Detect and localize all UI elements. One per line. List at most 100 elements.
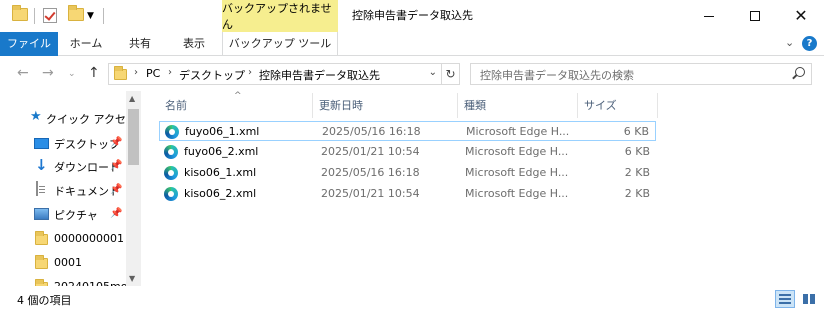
minimize-button[interactable] <box>686 0 732 32</box>
search-placeholder: 控除申告書データ取込先の検索 <box>480 69 634 82</box>
sidebar-item-label: 0001 <box>54 256 82 269</box>
file-name: kiso06_2.xml <box>184 187 257 200</box>
sidebar-item-pictures[interactable]: ピクチャ 📌 <box>0 203 126 225</box>
large-icons-view-button[interactable] <box>799 290 819 308</box>
breadcrumb-pc[interactable]: PC <box>146 67 160 80</box>
pin-icon[interactable]: 📌 <box>110 208 122 219</box>
table-row[interactable]: kiso06_1.xml 2025/05/16 16:18 Microsoft … <box>159 163 656 183</box>
file-modified: 2025/01/21 10:54 <box>321 145 420 158</box>
file-modified: 2025/05/16 16:18 <box>322 125 421 138</box>
back-arrow-icon[interactable]: ← <box>17 65 29 81</box>
file-list: ^ 名前 更新日時 種類 サイズ fuyo06_1.xml 2025/05/16… <box>141 91 824 286</box>
file-name: fuyo06_2.xml <box>184 145 259 158</box>
item-count: 4 個の項目 <box>17 294 72 307</box>
large-icons-view-icon <box>803 294 815 304</box>
scroll-down-icon[interactable]: ▼ <box>129 274 135 283</box>
recent-locations-icon[interactable]: ⌄ <box>68 69 76 79</box>
sidebar-scrollbar[interactable]: ▲ ▼ <box>126 91 141 286</box>
folder-icon <box>114 66 127 80</box>
ribbon-tabs: ファイル ホーム 共有 表示 バックアップ ツール ⌄ ? <box>0 32 824 56</box>
sidebar-item-label: クイック アクセス <box>46 113 137 126</box>
chevron-right-icon[interactable]: › <box>168 67 172 78</box>
sidebar-item-desktop[interactable]: デスクトップ 📌 <box>0 132 126 154</box>
sidebar-item-quick-access[interactable]: ★ クイック アクセス <box>0 107 137 129</box>
pictures-icon <box>34 208 49 220</box>
scrollbar-thumb[interactable] <box>128 109 139 165</box>
file-size: 6 KB <box>623 125 649 138</box>
breadcrumb-desktop[interactable]: デスクトップ <box>179 67 245 83</box>
document-icon <box>36 181 38 196</box>
breadcrumb-current-folder[interactable]: 控除申告書データ取込先 <box>259 67 380 83</box>
sidebar-item-documents[interactable]: ドキュメント 📌 <box>0 179 126 201</box>
address-bar[interactable]: › PC › デスクトップ › 控除申告書データ取込先 ⌄ <box>108 63 442 85</box>
file-type: Microsoft Edge H... <box>466 125 570 138</box>
tab-backup-tools[interactable]: バックアップ ツール <box>222 32 338 56</box>
refresh-button[interactable]: ↻ <box>442 63 460 85</box>
desktop-icon <box>34 138 49 149</box>
file-name: fuyo06_1.xml <box>185 125 260 138</box>
tab-file[interactable]: ファイル <box>0 32 58 56</box>
window-title: 控除申告書データ取込先 <box>352 9 473 22</box>
tab-home[interactable]: ホーム <box>58 32 114 56</box>
edge-file-icon <box>164 166 178 180</box>
expand-ribbon-icon[interactable]: ⌄ <box>785 36 794 49</box>
file-type: Microsoft Edge H... <box>465 166 569 179</box>
navigation-pane: ★ クイック アクセス デスクトップ 📌 ↓ ダウンロード 📌 ドキュメント 📌… <box>0 91 140 286</box>
maximize-button[interactable] <box>732 0 778 32</box>
pin-icon[interactable]: 📌 <box>110 184 122 195</box>
file-type: Microsoft Edge H... <box>465 187 569 200</box>
download-icon: ↓ <box>35 156 48 174</box>
close-icon: ✕ <box>794 6 808 25</box>
properties-icon[interactable] <box>43 8 57 23</box>
folder-icon <box>35 231 48 245</box>
customize-toolbar-icon[interactable]: ▼ <box>87 11 94 21</box>
new-folder-icon[interactable] <box>68 5 84 21</box>
column-header-size[interactable]: サイズ <box>578 93 658 118</box>
sidebar-item-downloads[interactable]: ↓ ダウンロード 📌 <box>0 155 126 177</box>
forward-arrow-icon[interactable]: → <box>42 65 54 81</box>
help-button[interactable]: ? <box>802 36 817 51</box>
pin-icon[interactable]: 📌 <box>110 137 122 148</box>
folder-icon <box>35 255 48 269</box>
sidebar-item-label: 0000000001 <box>54 232 124 245</box>
title-bar: ▼ バックアップされません 控除申告書データ取込先 ✕ <box>0 0 824 32</box>
maximize-icon <box>750 11 760 21</box>
sidebar-item-folder[interactable]: 0001 <box>0 252 126 274</box>
file-size: 6 KB <box>624 145 650 158</box>
search-icon[interactable] <box>795 67 805 77</box>
file-size: 2 KB <box>624 187 650 200</box>
tab-share[interactable]: 共有 <box>114 32 166 56</box>
sidebar-item-folder[interactable]: 0000000001 <box>0 228 126 250</box>
refresh-icon: ↻ <box>445 67 456 81</box>
close-button[interactable]: ✕ <box>778 0 824 32</box>
chevron-down-icon[interactable]: ⌄ <box>429 67 437 78</box>
file-type: Microsoft Edge H... <box>465 145 569 158</box>
details-view-icon <box>779 294 791 304</box>
contextual-tab-header: バックアップされません <box>222 0 338 32</box>
table-row[interactable]: fuyo06_2.xml 2025/01/21 10:54 Microsoft … <box>159 142 656 162</box>
edge-file-icon <box>165 125 179 139</box>
chevron-right-icon[interactable]: › <box>134 67 138 78</box>
details-view-button[interactable] <box>775 290 795 308</box>
separator <box>34 8 35 24</box>
folder-icon[interactable] <box>12 5 28 21</box>
help-icon: ? <box>802 36 817 51</box>
edge-file-icon <box>164 145 178 159</box>
file-modified: 2025/05/16 16:18 <box>321 166 420 179</box>
table-row[interactable]: fuyo06_1.xml 2025/05/16 16:18 Microsoft … <box>159 121 656 141</box>
file-name: kiso06_1.xml <box>184 166 257 179</box>
column-header-modified[interactable]: 更新日時 <box>313 93 458 118</box>
column-header-type[interactable]: 種類 <box>458 93 578 118</box>
search-box[interactable]: 控除申告書データ取込先の検索 <box>470 63 812 85</box>
scroll-up-icon[interactable]: ▲ <box>129 94 135 103</box>
table-row[interactable]: kiso06_2.xml 2025/01/21 10:54 Microsoft … <box>159 184 656 204</box>
pin-icon[interactable]: 📌 <box>110 160 122 171</box>
tab-view[interactable]: 表示 <box>166 32 222 56</box>
sidebar-item-label: ピクチャ <box>54 209 98 222</box>
column-header-name[interactable]: 名前 <box>159 93 313 118</box>
chevron-right-icon[interactable]: › <box>248 67 252 78</box>
file-size: 2 KB <box>624 166 650 179</box>
status-bar: 4 個の項目 <box>0 286 824 312</box>
sidebar-item-folder[interactable]: 20240105mor <box>0 276 132 286</box>
up-arrow-icon[interactable]: ↑ <box>88 65 100 81</box>
